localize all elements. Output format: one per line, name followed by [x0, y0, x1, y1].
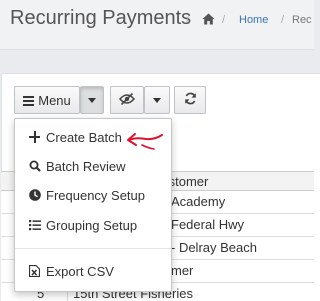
page-title: Recurring Payments: [10, 7, 192, 29]
refresh-icon: [184, 92, 197, 108]
list-icon: [29, 219, 41, 231]
table-cell-customer: - Delray Beach: [171, 240, 257, 255]
menu-item-label: Grouping Setup: [46, 217, 138, 233]
bars-icon: [23, 95, 35, 106]
menu-item-label: Batch Review: [46, 158, 126, 174]
menu-button[interactable]: Menu: [14, 86, 80, 114]
table-cell-customer: Federal Hwy: [171, 217, 244, 232]
annotation-arrow-icon: [127, 133, 163, 150]
clock-icon: [29, 189, 41, 201]
menu-item-frequency-setup[interactable]: Frequency Setup: [15, 183, 171, 207]
eye-slash-icon: [119, 92, 135, 108]
file-excel-icon: [28, 264, 41, 278]
menu-divider: [15, 248, 171, 249]
menu-dropdown-toggle[interactable]: [80, 86, 104, 114]
table-cell-customer: Academy: [171, 194, 226, 209]
breadcrumb-separator: /: [281, 14, 285, 26]
breadcrumb-home-link[interactable]: Home: [239, 14, 268, 26]
caret-down-icon: [88, 97, 96, 103]
page-header: Recurring Payments / / Home / Rec: [0, 0, 314, 50]
breadcrumb-current: Rec: [292, 14, 312, 26]
home-icon[interactable]: [202, 13, 215, 28]
menu-item-grouping-setup[interactable]: Grouping Setup: [15, 213, 171, 237]
breadcrumb-separator: /: [186, 14, 190, 26]
menu-item-label: Export CSV: [46, 263, 114, 279]
hide-columns-button[interactable]: [110, 86, 144, 114]
menu-item-label: Create Batch: [46, 129, 122, 145]
table-cell-customer: mer: [171, 263, 194, 278]
menu-item-label: Frequency Setup: [46, 187, 146, 203]
plus-icon: [29, 131, 41, 143]
menu-item-batch-review[interactable]: Batch Review: [15, 154, 171, 178]
menu-button-label: Menu: [38, 92, 71, 108]
columns-dropdown-toggle[interactable]: [144, 86, 170, 114]
refresh-button[interactable]: [174, 86, 206, 114]
menu-item-export-csv[interactable]: Export CSV: [15, 259, 171, 283]
caret-down-icon: [153, 97, 161, 103]
search-icon: [29, 160, 41, 172]
breadcrumb-separator: /: [222, 14, 226, 26]
